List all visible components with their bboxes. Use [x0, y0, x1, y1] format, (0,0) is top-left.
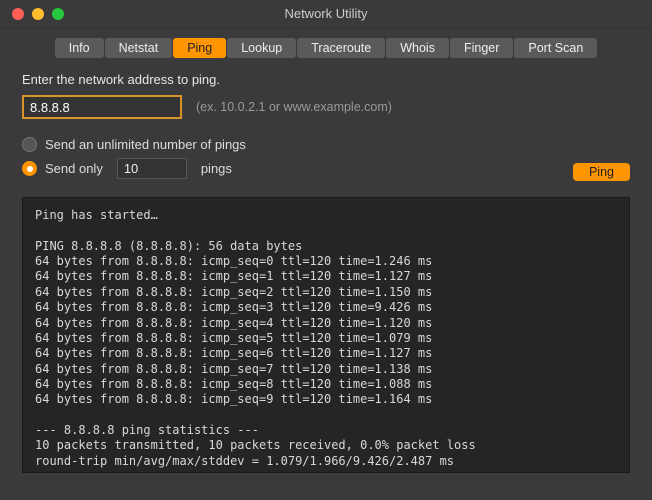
tab-traceroute[interactable]: Traceroute [297, 38, 385, 58]
tab-netstat[interactable]: Netstat [105, 38, 173, 58]
address-input[interactable] [22, 95, 182, 119]
content-area: Enter the network address to ping. (ex. … [0, 66, 652, 483]
option-unlimited-label: Send an unlimited number of pings [45, 137, 246, 152]
tab-ping[interactable]: Ping [173, 38, 226, 58]
option-sendonly-prefix: Send only [45, 161, 103, 176]
maximize-icon[interactable] [52, 8, 64, 20]
address-hint: (ex. 10.0.2.1 or www.example.com) [196, 100, 392, 114]
minimize-icon[interactable] [32, 8, 44, 20]
option-sendonly-suffix: pings [201, 161, 232, 176]
ping-button[interactable]: Ping [573, 163, 630, 181]
tab-finger[interactable]: Finger [450, 38, 513, 58]
close-icon[interactable] [12, 8, 24, 20]
tab-info[interactable]: Info [55, 38, 104, 58]
window-title: Network Utility [0, 6, 652, 21]
option-sendonly-row: Send only pings Ping [22, 158, 630, 185]
ping-output[interactable]: Ping has started… PING 8.8.8.8 (8.8.8.8)… [22, 197, 630, 473]
address-input-row: (ex. 10.0.2.1 or www.example.com) [22, 95, 630, 119]
title-bar: Network Utility [0, 0, 652, 28]
tab-port-scan[interactable]: Port Scan [514, 38, 597, 58]
traffic-lights [0, 8, 64, 20]
radio-unlimited[interactable] [22, 137, 37, 152]
radio-sendonly[interactable] [22, 161, 37, 176]
option-unlimited-row[interactable]: Send an unlimited number of pings [22, 137, 630, 152]
ping-count-input[interactable] [117, 158, 187, 179]
tab-lookup[interactable]: Lookup [227, 38, 296, 58]
tab-whois[interactable]: Whois [386, 38, 449, 58]
prompt-label: Enter the network address to ping. [22, 72, 630, 87]
option-sendonly-group[interactable]: Send only pings [22, 158, 232, 179]
toolbar-tabs: InfoNetstatPingLookupTracerouteWhoisFing… [0, 28, 652, 66]
